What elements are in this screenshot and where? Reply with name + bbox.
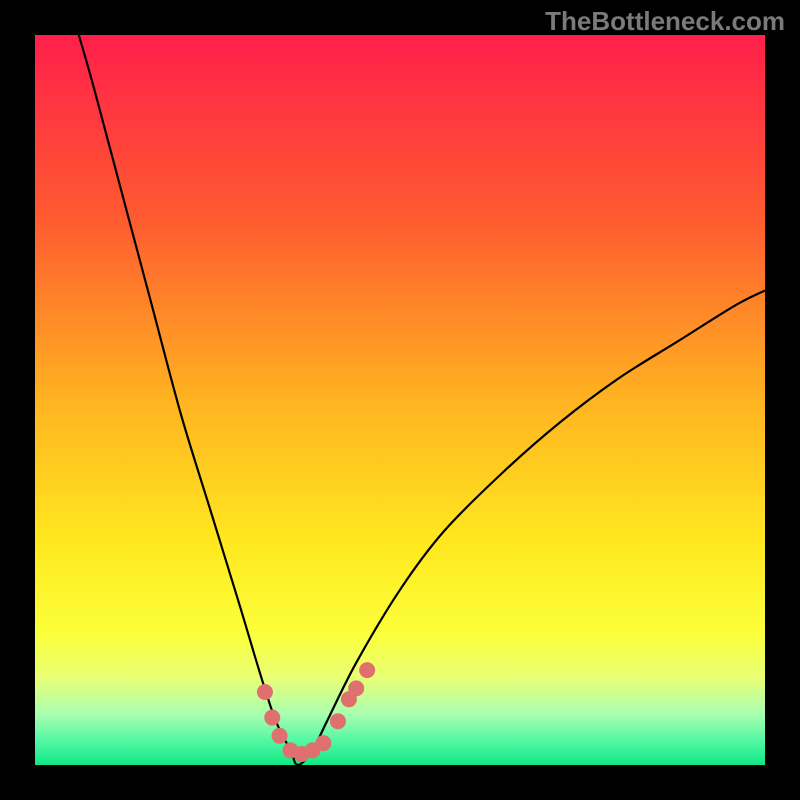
curve-marker [359, 662, 375, 678]
curve-marker [315, 735, 331, 751]
curve-marker [348, 680, 364, 696]
watermark-text: TheBottleneck.com [545, 6, 785, 37]
bottleneck-curve [35, 35, 765, 765]
chart-frame [35, 35, 765, 765]
curve-marker [264, 710, 280, 726]
curve-marker [330, 713, 346, 729]
curve-marker [272, 728, 288, 744]
curve-markers [257, 662, 375, 762]
curve-path [79, 35, 765, 765]
curve-marker [257, 684, 273, 700]
